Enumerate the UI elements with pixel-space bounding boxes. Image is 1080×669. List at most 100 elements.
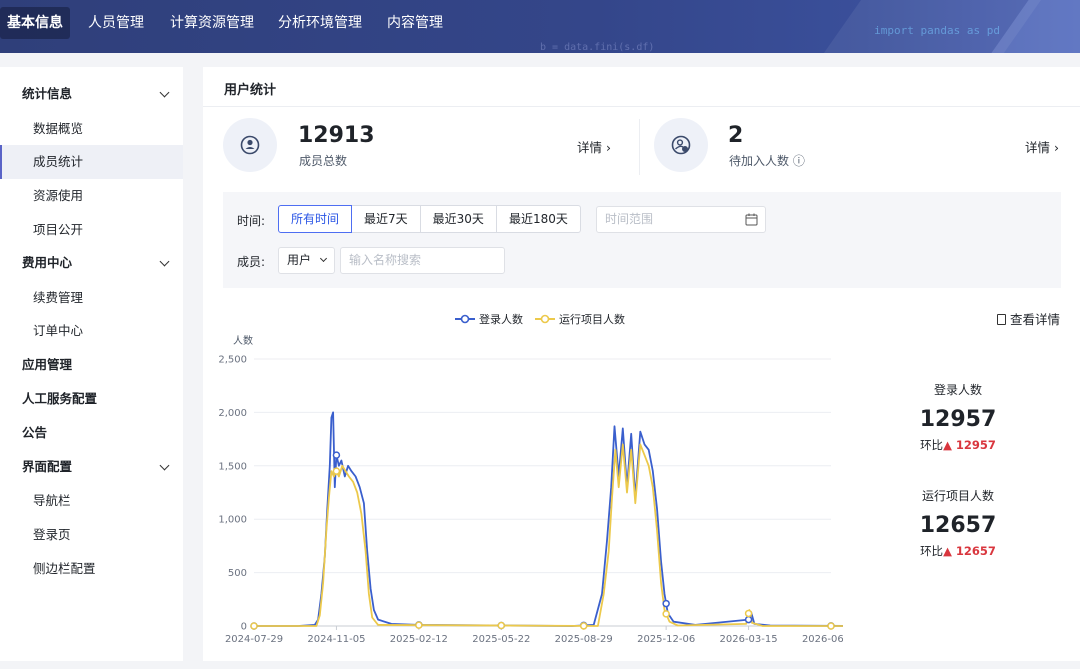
series-point-running bbox=[497, 621, 506, 630]
y-tick-label: 1,000 bbox=[218, 515, 247, 526]
member-filter-label: 成员: bbox=[237, 255, 266, 269]
sidebar-item-login-page[interactable]: 登录页 bbox=[0, 518, 183, 552]
series-point-running bbox=[332, 467, 341, 475]
user-activity-line-chart: 人数 0 500 1,000 1,500 2,000 2,500 2024-07-29 2024… bbox=[218, 334, 843, 645]
date-range-input[interactable]: 时间范围 bbox=[596, 206, 766, 233]
chevron-down-icon bbox=[159, 460, 170, 471]
sidebar-item-navbar[interactable]: 导航栏 bbox=[0, 484, 183, 518]
running-project-label: 运行项目人数 bbox=[921, 489, 994, 503]
legend-item-login[interactable]: 登录人数 bbox=[455, 311, 523, 327]
legend-marker-running bbox=[535, 314, 555, 324]
series-point-running bbox=[744, 609, 753, 618]
stats-divider bbox=[639, 119, 640, 175]
series-point-running bbox=[415, 621, 423, 629]
calendar-icon bbox=[745, 213, 758, 226]
pending-label: 待加入人数 ⓘ bbox=[729, 154, 805, 168]
x-tick-label: 2024-11-05 bbox=[307, 634, 365, 645]
pending-value: 2 bbox=[728, 123, 744, 148]
series-line-running bbox=[254, 443, 843, 627]
x-tick-label: 2025-08-29 bbox=[555, 634, 613, 645]
sidebar-item-project-public[interactable]: 项目公开 bbox=[0, 213, 183, 247]
x-tick-label: 2026-03-15 bbox=[720, 634, 778, 645]
sidebar-item-data-overview[interactable]: 数据概览 bbox=[0, 112, 183, 146]
running-project-value: 12657 bbox=[919, 513, 997, 538]
x-tick-label: 2025-12-06 bbox=[637, 634, 695, 645]
page-title: 用户统计 bbox=[224, 83, 277, 98]
compare-label: 环比 bbox=[920, 438, 944, 452]
y-tick-label: 500 bbox=[228, 568, 247, 579]
series-point-login bbox=[332, 451, 341, 459]
sidebar-item-resource-usage[interactable]: 资源使用 bbox=[0, 179, 183, 213]
member-type-value: 用户 bbox=[287, 253, 312, 267]
sidebar-group-label: 费用中心 bbox=[22, 255, 73, 270]
series-point-login bbox=[662, 599, 670, 608]
x-tick-label: 2026-06-22 bbox=[802, 634, 843, 645]
y-tick-label: 1,500 bbox=[218, 461, 247, 472]
top-nav: import pandas as pd b = data.fini(s.df) … bbox=[0, 0, 1080, 53]
sidebar-group-stats[interactable]: 统计信息 bbox=[22, 84, 172, 104]
chevron-down-icon bbox=[159, 256, 170, 267]
nav-item-analysis-env[interactable]: 分析环境管理 bbox=[271, 7, 369, 39]
sidebar-group-manual-service[interactable]: 人工服务配置 bbox=[22, 389, 172, 409]
member-total-value: 12913 bbox=[298, 123, 375, 148]
banner-code-text-faint: b = data.fini(s.df) bbox=[540, 42, 655, 53]
sidebar-group-label: 界面配置 bbox=[22, 459, 73, 474]
member-type-select[interactable]: 用户 bbox=[278, 247, 335, 274]
chevron-down-icon bbox=[159, 87, 170, 98]
legend-label-running: 运行项目人数 bbox=[559, 313, 625, 326]
caret-up-icon: ▲ bbox=[943, 544, 956, 558]
nav-item-compute[interactable]: 计算资源管理 bbox=[163, 7, 261, 39]
sidebar-item-orders[interactable]: 订单中心 bbox=[0, 314, 183, 348]
sidebar-group-apps[interactable]: 应用管理 bbox=[22, 355, 172, 375]
running-project-summary: 运行项目人数 12657 环比▲ 12657 bbox=[903, 487, 1013, 559]
time-filter-label: 时间: bbox=[237, 214, 266, 228]
sidebar-group-billing[interactable]: 费用中心 bbox=[22, 253, 172, 273]
legend-item-running[interactable]: 运行项目人数 bbox=[535, 311, 625, 327]
series-point-running bbox=[662, 610, 670, 618]
document-icon bbox=[996, 314, 1006, 325]
x-tick-label: 2025-02-12 bbox=[390, 634, 448, 645]
compare-label: 环比 bbox=[920, 544, 944, 558]
nav-item-basic-info[interactable]: 基本信息 bbox=[0, 7, 70, 39]
time-option-all[interactable]: 所有时间 bbox=[278, 205, 353, 233]
sidebar-item-sidebar-config[interactable]: 侧边栏配置 bbox=[0, 552, 183, 586]
view-detail-link[interactable]: 查看详情 bbox=[996, 309, 1060, 328]
series-point-running bbox=[579, 622, 588, 630]
chevron-down-icon bbox=[319, 254, 327, 263]
title-divider bbox=[203, 106, 1080, 107]
filter-panel: 时间: 所有时间 最近7天 最近30天 最近180天 时间范围 成员: 用户 输… bbox=[223, 192, 1061, 288]
login-count-compare: 环比▲ 12957 bbox=[903, 437, 1013, 453]
legend-label-login: 登录人数 bbox=[479, 313, 523, 326]
nav-item-content[interactable]: 内容管理 bbox=[380, 7, 450, 39]
sidebar-item-member-stats[interactable]: 成员统计 bbox=[0, 145, 183, 179]
sidebar-group-ui-config[interactable]: 界面配置 bbox=[22, 457, 172, 477]
chart-legend: 登录人数 运行项目人数 bbox=[455, 311, 625, 327]
member-total-label: 成员总数 bbox=[299, 154, 348, 168]
x-tick-label: 2024-07-29 bbox=[225, 634, 283, 645]
compare-value: 12957 bbox=[955, 438, 996, 452]
time-option-30d[interactable]: 最近30天 bbox=[419, 205, 497, 233]
sidebar-group-label: 统计信息 bbox=[22, 86, 73, 101]
sidebar-group-announcement[interactable]: 公告 bbox=[22, 423, 172, 443]
sidebar-item-renewal[interactable]: 续费管理 bbox=[0, 281, 183, 315]
name-search-input[interactable]: 输入名称搜索 bbox=[340, 247, 505, 274]
pending-detail-link[interactable]: 详情 › bbox=[1025, 137, 1059, 156]
series-point-running bbox=[250, 622, 258, 630]
pending-user-icon bbox=[654, 118, 708, 172]
banner-code-text: import pandas as pd bbox=[874, 24, 1000, 37]
time-range-segmented: 所有时间 最近7天 最近30天 最近180天 bbox=[278, 205, 581, 233]
y-tick-label: 2,000 bbox=[218, 408, 247, 419]
sidebar: 统计信息 数据概览 成员统计 资源使用 项目公开 费用中心 续费管理 订单中心 … bbox=[0, 67, 183, 661]
date-range-placeholder: 时间范围 bbox=[605, 212, 654, 226]
time-option-7d[interactable]: 最近7天 bbox=[351, 205, 421, 233]
series-point-running bbox=[827, 622, 835, 630]
login-count-label: 登录人数 bbox=[933, 383, 982, 397]
compare-value: 12657 bbox=[955, 544, 996, 558]
running-project-compare: 环比▲ 12657 bbox=[903, 543, 1013, 559]
main-panel: 用户统计 12913 成员总数 详情 › 2 待加入人数 ⓘ 详情 › 时间: … bbox=[203, 67, 1080, 661]
nav-item-people[interactable]: 人员管理 bbox=[81, 7, 151, 39]
time-option-180d[interactable]: 最近180天 bbox=[495, 205, 581, 233]
caret-up-icon: ▲ bbox=[943, 438, 956, 452]
member-detail-link[interactable]: 详情 › bbox=[577, 137, 611, 156]
login-count-summary: 登录人数 12957 环比▲ 12957 bbox=[903, 381, 1013, 453]
